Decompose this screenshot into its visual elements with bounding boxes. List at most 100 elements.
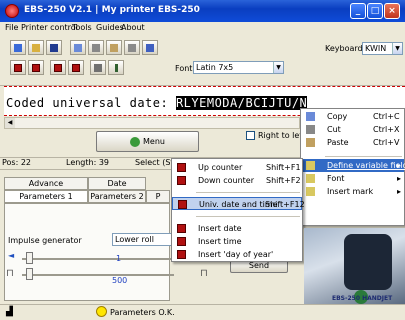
minimize-button[interactable]: _ [350,3,366,19]
printer-tool-4[interactable] [68,60,84,75]
new-button[interactable] [10,40,26,55]
tab-parameters-1[interactable]: Parameters 1 [4,190,88,203]
menu-paste[interactable]: Paste Ctrl+V [301,136,404,149]
menu-button-label: Menu [143,137,165,146]
menu-define-variable-field[interactable]: Define variable field ▸ [301,159,405,172]
impulse-generator-select[interactable]: Lower roll [112,233,178,246]
printer-icon [72,64,80,72]
menu-insert-mark[interactable]: Insert mark ▸ [301,185,404,198]
save-button[interactable] [46,40,62,55]
menu-insert-time[interactable]: Insert time [172,235,302,248]
tab-parameters-3[interactable]: P [146,190,170,203]
menu-insert-date[interactable]: Insert date [172,222,302,235]
edit-context-menu: Copy Ctrl+C Cut Ctrl+X Paste Ctrl+V Define … [300,108,405,226]
menu-copy[interactable]: Copy Ctrl+C [301,110,404,123]
menu-down-counter[interactable]: Down counter Shift+F2 [172,174,302,187]
open-button[interactable] [28,40,44,55]
edit-tool-button[interactable] [142,40,158,55]
printer-icon [54,64,62,72]
menu-cut[interactable]: Cut Ctrl+X [301,123,404,136]
submenu-arrow-icon: ▸ [397,161,402,170]
message-selected-text: RLYEMODA/BCIJTU/N [175,96,308,110]
submenu-arrow-icon: ▸ [397,187,402,196]
menu-printer-control[interactable]: Printer control [21,23,78,32]
cut-tool-button[interactable] [88,40,104,55]
arrow-left-icon: ◄ [8,251,15,260]
font-select-value: Latin 7x5 [196,63,234,72]
calendar-icon [178,200,187,209]
horizontal-scrollbar[interactable]: ◀ [4,117,300,129]
printer-tool-1[interactable] [10,60,26,75]
width-right-icon: ⊓ [200,268,208,279]
slider-2-thumb[interactable] [26,268,33,280]
menu-univ-date-time[interactable]: Univ. date and time Shift+F12 [172,197,305,210]
tab-parameters-2[interactable]: Parameters 2 [88,190,146,203]
app-icon[interactable] [5,4,19,18]
keyboard-label: Keyboard [325,44,363,53]
impulse-generator-label: Impulse generator [8,236,82,245]
pencil-icon [146,44,154,52]
message-text[interactable]: Coded universal date: RLYEMODA/BCIJTU/N [6,96,308,110]
photo-caption: EBS-250 HANDJET [332,295,393,302]
printer-icon [14,64,22,72]
keyboard-select[interactable]: KWIN ▼ [362,42,403,55]
scroll-left-icon[interactable]: ◀ [5,118,15,128]
field-icon [306,161,315,170]
menu-about[interactable]: About [121,23,145,32]
close-button[interactable]: × [384,3,400,19]
tab-date[interactable]: Date [88,177,146,190]
menu-guides[interactable]: Guides [96,23,124,32]
mark-icon [306,187,315,196]
printer-icon [94,64,102,72]
slider-1-value: 1 [116,254,122,263]
right-to-left-checkbox[interactable] [246,131,255,140]
menu-up-counter[interactable]: Up counter Shift+F1 [172,161,302,174]
copy-tool-button[interactable] [70,40,86,55]
menu-tools[interactable]: Tools [72,23,92,32]
width-left-icon: ⊓ [6,268,14,279]
menu-file[interactable]: File [5,23,18,32]
scissors-icon [306,125,315,134]
variable-field-submenu: Up counter Shift+F1 Down counter Shift+F2 … [171,158,305,262]
chevron-down-icon: ▼ [392,43,402,54]
slider-1-thumb[interactable] [26,252,33,264]
font-icon [306,174,315,183]
menu-insert-day-of-year[interactable]: Insert 'day of year' [172,248,302,261]
keyboard-select-value: KWIN [365,44,387,53]
font-select[interactable]: Latin 7x5 ▼ [193,61,284,74]
printer-icon [32,64,40,72]
slider-2-value: 500 [112,276,128,285]
submenu-arrow-icon: ▸ [397,174,402,183]
check-icon [128,44,136,52]
product-photo: EBS-250 HANDJET [304,228,405,304]
text-length: Length: 39 [66,158,110,167]
clock-icon [177,237,186,246]
counter-up-icon [177,163,186,172]
slider-2-track[interactable] [22,274,174,276]
cursor-position: Pos: 22 [2,158,32,167]
smiley-icon [96,306,107,317]
paste-icon [110,44,118,52]
check-tool-button[interactable] [124,40,140,55]
new-icon [14,44,22,52]
open-icon [32,44,40,52]
impulse-generator-value: Lower roll [115,235,154,244]
paste-icon [306,138,315,147]
menu-button[interactable]: Menu [96,131,199,152]
printer-tool-3[interactable] [50,60,66,75]
maximize-button[interactable]: □ [367,3,383,19]
menu-separator [196,192,300,193]
day-of-year-icon [177,250,186,259]
slider-1-track[interactable] [22,258,174,260]
paste-tool-button[interactable] [106,40,122,55]
menu-font[interactable]: Font ▸ [301,172,404,185]
cursor-tool[interactable] [108,60,124,75]
printer-tool-2[interactable] [28,60,44,75]
printer-tool-5[interactable] [90,60,106,75]
save-icon [50,44,58,52]
cursor-icon [115,64,118,72]
tab-advance[interactable]: Advance [4,177,88,190]
message-plain-text: Coded universal date: [6,96,169,110]
status-message: Parameters O.K. [110,308,175,317]
menu-separator [325,156,402,157]
